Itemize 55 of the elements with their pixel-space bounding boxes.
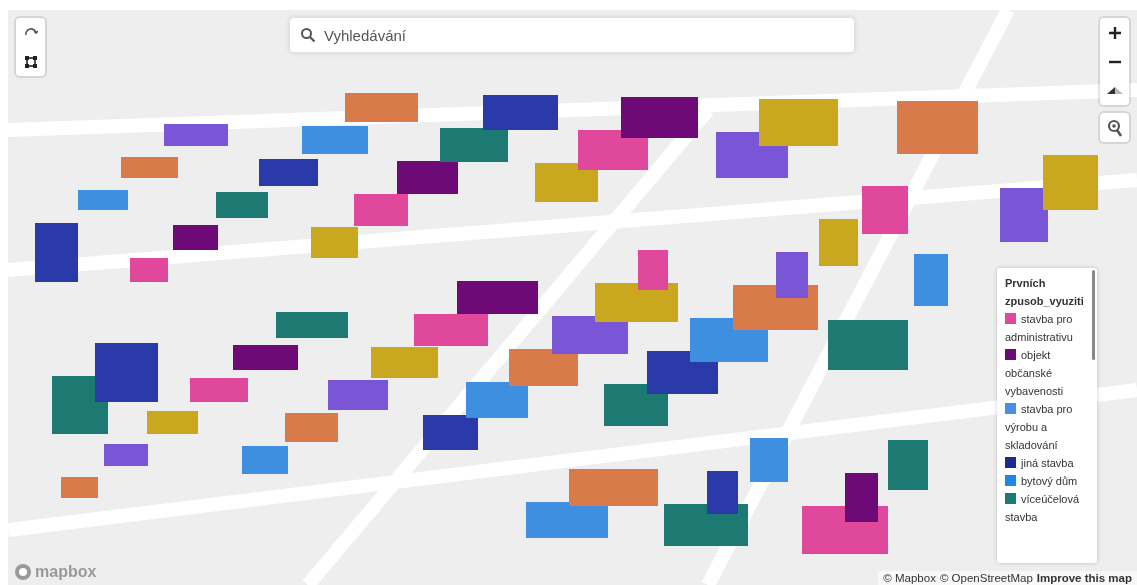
compass-icon <box>1106 85 1123 96</box>
building-block <box>750 438 788 482</box>
building-block <box>578 130 648 170</box>
polygon-icon <box>23 54 38 69</box>
building-block <box>121 157 178 178</box>
zoom-search-button[interactable] <box>1100 113 1129 142</box>
logo-text: mapbox <box>35 563 97 581</box>
building-block <box>423 415 478 450</box>
building-block <box>535 163 598 202</box>
building-block <box>173 225 218 250</box>
attribution-link[interactable]: © Mapbox <box>883 572 936 584</box>
building-block <box>285 413 338 442</box>
building-block <box>466 382 528 418</box>
legend-item: bytový dům <box>1005 472 1089 490</box>
building-block <box>216 192 268 218</box>
building-block <box>276 312 348 338</box>
building-block <box>78 190 128 210</box>
legend-item: jiná stavba <box>1005 454 1089 472</box>
building-block <box>328 380 388 410</box>
building-block <box>35 223 78 282</box>
building-block <box>311 227 358 258</box>
building-block <box>354 194 408 226</box>
building-block <box>914 254 948 306</box>
building-block <box>242 446 288 474</box>
attribution-link[interactable]: Improve this map <box>1036 572 1132 584</box>
search-field[interactable]: Vyhledávání <box>290 18 854 52</box>
building-block <box>302 126 368 154</box>
search-icon <box>300 27 316 43</box>
building-block <box>95 343 158 402</box>
building-block <box>61 477 98 498</box>
building-block <box>1000 188 1048 242</box>
magnifier-icon <box>1106 118 1123 137</box>
building-block <box>104 444 148 466</box>
building-block <box>397 161 458 194</box>
legend-item: víceúčelová stavba <box>1005 492 1081 525</box>
building-block <box>259 159 318 186</box>
building-block <box>130 258 168 282</box>
building-block <box>862 186 908 234</box>
building-block <box>371 347 438 378</box>
minus-icon <box>1107 59 1122 64</box>
building-block <box>190 378 248 402</box>
attribution-link[interactable]: © OpenStreetMap <box>939 572 1033 584</box>
building-block <box>1043 155 1098 210</box>
building-block <box>164 124 228 146</box>
building-block <box>233 345 298 370</box>
building-block <box>52 376 108 434</box>
scrollbar[interactable] <box>1092 270 1095 360</box>
logo-icon <box>14 563 32 581</box>
building-block <box>604 384 668 426</box>
building-block <box>888 440 928 490</box>
building-block <box>819 219 858 266</box>
building-block <box>440 128 508 162</box>
building-block <box>509 349 578 386</box>
plus-icon <box>1107 25 1122 40</box>
building-block <box>147 411 198 434</box>
